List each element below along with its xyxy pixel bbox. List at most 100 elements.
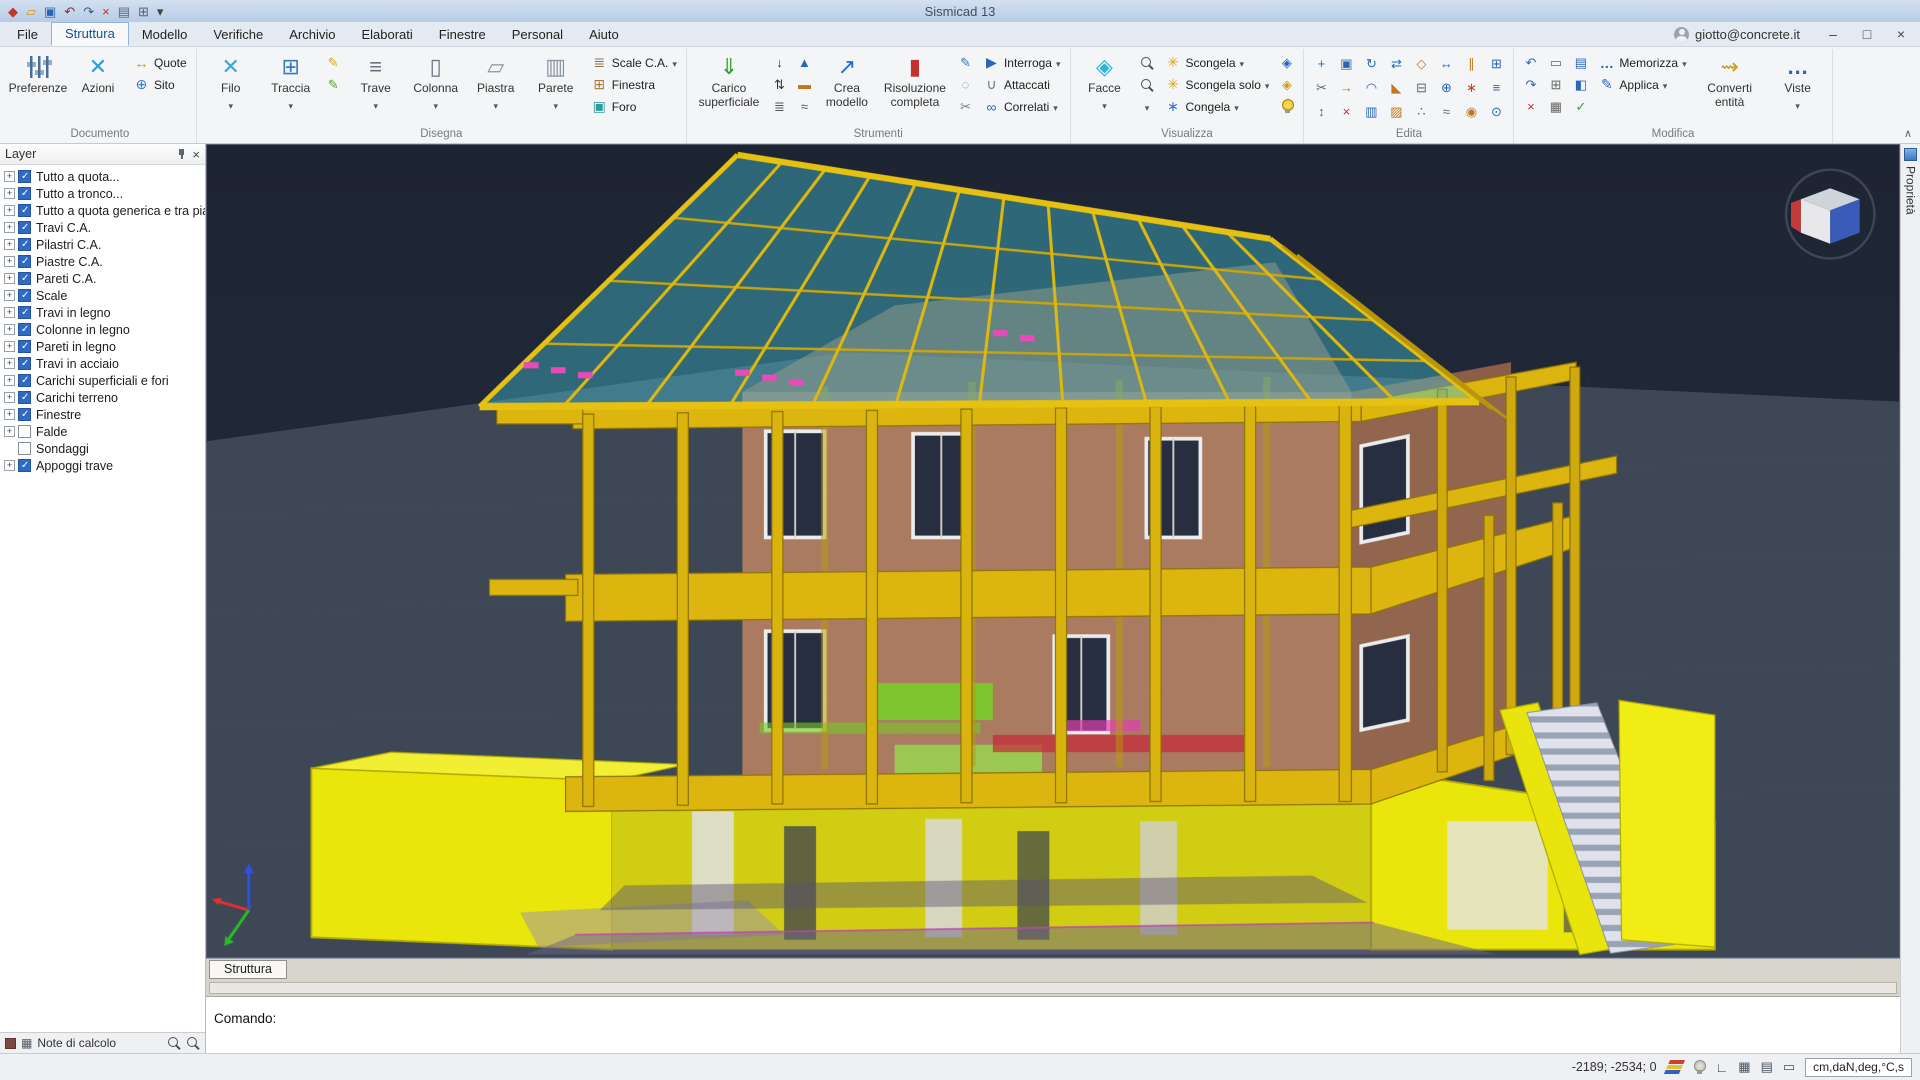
expand-icon[interactable] <box>4 375 15 386</box>
properties-label[interactable]: Proprietà <box>1904 166 1918 215</box>
3d-model-canvas[interactable] <box>207 145 1899 957</box>
attaccati-button[interactable]: ∪ Attaccati <box>979 74 1065 95</box>
layer-row[interactable]: Falde <box>0 423 205 440</box>
app-icon[interactable]: ◆ <box>8 5 18 18</box>
viste-button[interactable]: … Viste <box>1769 50 1827 116</box>
tab-finestre[interactable]: Finestre <box>426 24 499 46</box>
tab-personal[interactable]: Personal <box>499 24 576 46</box>
converti-entita-button[interactable]: ⇝ Converti entità <box>1693 50 1767 112</box>
cells-icon[interactable]: ▦ <box>1544 96 1567 117</box>
layer-checkbox[interactable] <box>18 170 31 183</box>
expand-icon[interactable] <box>4 239 15 250</box>
redo-icon[interactable]: ↷ <box>83 5 94 18</box>
panel-blue-icon[interactable]: ▤ <box>1569 52 1592 73</box>
expand-icon[interactable] <box>4 256 15 267</box>
delete-red-icon[interactable]: × <box>1519 96 1542 117</box>
layer-row[interactable]: Travi in legno <box>0 304 205 321</box>
beam-tool-icon[interactable]: ▬ <box>793 74 816 95</box>
layer-checkbox[interactable] <box>18 238 31 251</box>
layer-row[interactable]: Pareti C.A. <box>0 270 205 287</box>
interroga-button[interactable]: ▶ Interroga <box>979 52 1065 73</box>
layer-checkbox[interactable] <box>18 442 31 455</box>
layer-row[interactable]: Pilastri C.A. <box>0 236 205 253</box>
crea-modello-button[interactable]: ↗ Crea modello <box>818 50 876 112</box>
chamfer-icon[interactable]: ◣ <box>1384 76 1408 99</box>
layer-checkbox[interactable] <box>18 340 31 353</box>
layer-checkbox[interactable] <box>18 289 31 302</box>
scongela-solo-button[interactable]: ✳ Scongela solo <box>1161 74 1274 95</box>
sito-button[interactable]: ⊕ Sito <box>129 74 191 95</box>
user-email[interactable]: giotto@concrete.it <box>1695 27 1800 42</box>
report-icon[interactable]: ▦ <box>21 1036 32 1050</box>
layer-checkbox[interactable] <box>18 272 31 285</box>
layer-row[interactable]: Travi C.A. <box>0 219 205 236</box>
copy-icon[interactable]: ▣ <box>1334 52 1358 75</box>
units-display[interactable]: cm,daN,deg,°C,s <box>1805 1058 1912 1077</box>
expand-icon[interactable] <box>4 290 15 301</box>
faces-blue-icon[interactable]: ◈ <box>1275 52 1298 73</box>
cut-icon[interactable]: ✂ <box>954 96 977 117</box>
layer-row[interactable]: Appoggi trave <box>0 457 205 474</box>
expand-icon[interactable] <box>4 307 15 318</box>
pin-icon[interactable] <box>175 148 187 160</box>
scrollbar-thumb[interactable] <box>209 982 1897 994</box>
frame-icon[interactable]: ▭ <box>1544 52 1567 73</box>
trave-button[interactable]: ≡ Trave <box>347 50 405 116</box>
layer-row[interactable]: Tutto a quota generica e tra piani <box>0 202 205 219</box>
chat-icon[interactable]: ▭ <box>1783 1059 1795 1075</box>
move-icon[interactable]: + <box>1309 52 1333 75</box>
layer-row[interactable]: Colonne in legno <box>0 321 205 338</box>
facce-button[interactable]: ◈ Facce <box>1076 50 1134 116</box>
layer-checkbox[interactable] <box>18 459 31 472</box>
node-icon[interactable]: ▲ <box>793 52 816 73</box>
congela-button[interactable]: ∗ Congela <box>1161 96 1274 117</box>
measure-icon[interactable]: ↕ <box>1309 100 1333 123</box>
tab-struttura[interactable]: Struttura <box>51 22 129 46</box>
mirror-icon[interactable]: ⇄ <box>1384 52 1408 75</box>
expand-icon[interactable] <box>4 222 15 233</box>
quote-button[interactable]: ↔ Quote <box>129 52 191 73</box>
memorizza-button[interactable]: … Memorizza <box>1594 52 1690 73</box>
save-icon[interactable]: ▣ <box>44 5 56 18</box>
layer-row[interactable]: Scale <box>0 287 205 304</box>
expand-icon[interactable] <box>4 324 15 335</box>
foro-button[interactable]: ▣ Foro <box>587 96 681 117</box>
expand-icon[interactable] <box>4 171 15 182</box>
snap-icon[interactable]: ⊙ <box>1484 100 1508 123</box>
layer-checkbox[interactable] <box>18 374 31 387</box>
ribbon-collapse-button[interactable]: ∧ <box>1904 127 1912 140</box>
scale-ca-button[interactable]: ≣ Scale C.A. <box>587 52 681 73</box>
extend-icon[interactable]: → <box>1334 76 1358 99</box>
tab-verifiche[interactable]: Verifiche <box>200 24 276 46</box>
layer-row[interactable]: Travi in acciaio <box>0 355 205 372</box>
table-icon[interactable]: ▤ <box>1761 1059 1773 1075</box>
expand-icon[interactable] <box>4 273 15 284</box>
stretch-icon[interactable]: ↔ <box>1434 52 1458 75</box>
minimize-button[interactable]: – <box>1818 24 1848 43</box>
layer-checkbox[interactable] <box>18 408 31 421</box>
align-icon[interactable]: ≡ <box>1484 76 1508 99</box>
tab-archivio[interactable]: Archivio <box>276 24 348 46</box>
pencil-yellow-icon[interactable]: ✎ <box>322 52 345 73</box>
zoom-in-icon[interactable] <box>1136 52 1159 73</box>
layer-row[interactable]: Finestre <box>0 406 205 423</box>
faces-gold-icon[interactable]: ◈ <box>1275 74 1298 95</box>
note-di-calcolo-label[interactable]: Note di calcolo <box>37 1036 116 1050</box>
layer-checkbox[interactable] <box>18 204 31 217</box>
correlati-button[interactable]: ∞ Correlati <box>979 96 1065 117</box>
scongela-button[interactable]: ✳ Scongela <box>1161 52 1274 73</box>
edit-icon[interactable]: ✎ <box>954 52 977 73</box>
break-icon[interactable]: ⊟ <box>1409 76 1433 99</box>
lock-icon[interactable]: ◉ <box>1459 100 1483 123</box>
close-doc-icon[interactable]: × <box>102 5 110 18</box>
hatch-icon[interactable]: ▨ <box>1384 100 1408 123</box>
layer-checkbox[interactable] <box>18 255 31 268</box>
rotate-icon[interactable]: ↻ <box>1359 52 1383 75</box>
expand-icon[interactable] <box>4 358 15 369</box>
piastra-button[interactable]: ▱ Piastra <box>467 50 525 116</box>
zoom-menu-button[interactable] <box>1136 96 1159 117</box>
print-icon[interactable]: ▤ <box>118 5 130 18</box>
colonna-button[interactable]: ▯ Colonna <box>407 50 465 116</box>
tab-file[interactable]: File <box>4 24 51 46</box>
viewport-tab-struttura[interactable]: Struttura <box>209 960 287 979</box>
